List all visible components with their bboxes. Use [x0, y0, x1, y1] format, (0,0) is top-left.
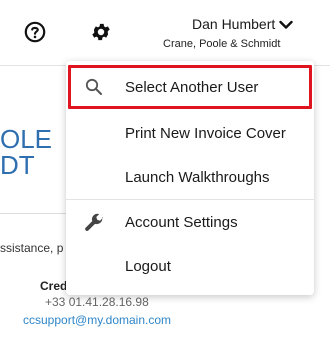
menu-item-label: Print New Invoice Cover [125, 124, 286, 142]
menu-item-label: Select Another User [125, 78, 259, 96]
support-email-link[interactable]: ccsupport@my.domain.com [23, 313, 171, 327]
cred-label: Cred [40, 279, 68, 293]
menu-item-launch-walkthroughs[interactable]: Launch Walkthroughs [66, 155, 314, 199]
menu-item-label: Logout [125, 257, 171, 275]
wrench-icon [85, 213, 103, 231]
company-logo-line-2: DT [0, 150, 35, 180]
search-icon [85, 78, 102, 95]
gear-icon[interactable] [90, 21, 112, 43]
user-dropdown-menu: Select Another User Print New Invoice Co… [66, 61, 314, 295]
assistance-text: ssistance, p [0, 241, 64, 255]
chevron-down-icon[interactable] [279, 20, 293, 30]
support-phone: +33 01.41.28.16.98 [45, 295, 149, 309]
menu-item-select-another-user[interactable]: Select Another User [66, 65, 314, 109]
user-name[interactable]: Dan Humbert [192, 16, 275, 32]
company-name: Crane, Poole & Schmidt [163, 38, 281, 50]
content-divider [0, 213, 70, 214]
menu-item-label: Account Settings [125, 213, 238, 231]
menu-item-label: Launch Walkthroughs [125, 168, 270, 186]
menu-item-account-settings[interactable]: Account Settings [66, 200, 314, 244]
help-icon[interactable] [24, 21, 46, 43]
menu-item-print-invoice-cover[interactable]: Print New Invoice Cover [66, 111, 314, 155]
menu-item-logout[interactable]: Logout [66, 244, 314, 288]
top-header: Dan Humbert Crane, Poole & Schmidt [0, 0, 330, 66]
